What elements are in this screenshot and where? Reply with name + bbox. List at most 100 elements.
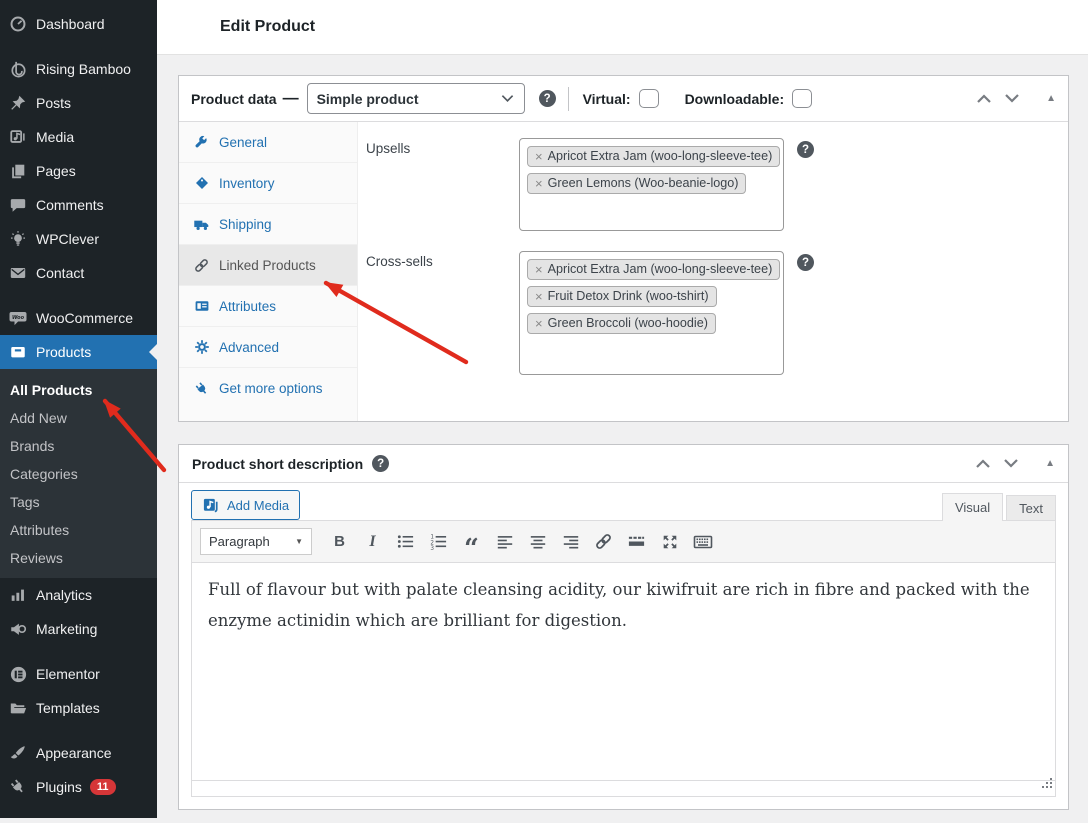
sidebar-item-posts[interactable]: Posts — [0, 86, 157, 120]
bold-button[interactable]: B — [326, 529, 353, 554]
tab-attributes[interactable]: Attributes — [179, 286, 357, 327]
short-description-help-icon[interactable]: ? — [372, 455, 389, 472]
sidebar-item-wpclever[interactable]: WPClever — [0, 222, 157, 256]
sidebar-item-analytics[interactable]: Analytics — [0, 578, 157, 612]
blockquote-button[interactable]: “ — [458, 529, 485, 554]
short-description-text: Full of flavour but with palate cleansin… — [208, 575, 1039, 636]
resize-handle-icon[interactable] — [1041, 776, 1053, 794]
sidebar-item-label: Plugins — [36, 779, 82, 795]
title-separator: — — [283, 90, 299, 108]
sidebar-item-rising-bamboo[interactable]: Rising Bamboo — [0, 52, 157, 86]
editor-toolbar: Paragraph ▼ B I 123 “ — [192, 521, 1055, 563]
add-media-button[interactable]: Add Media — [191, 490, 300, 520]
sidebar-subitem-add-new[interactable]: Add New — [0, 404, 157, 432]
sidebar-item-templates[interactable]: Templates — [0, 691, 157, 725]
align-center-button[interactable] — [524, 529, 551, 554]
italic-button[interactable]: I — [359, 529, 386, 554]
sidebar-item-appearance[interactable]: Appearance — [0, 736, 157, 770]
upsell-tag: × Apricot Extra Jam (woo-long-sleeve-tee) — [527, 146, 780, 167]
metabox-controls: ▲ — [976, 93, 1056, 104]
short-description-metabox: Product short description ? ▲ Add Media … — [178, 444, 1069, 810]
remove-tag-icon[interactable]: × — [535, 290, 543, 303]
envelope-icon — [8, 263, 28, 283]
more-tag-button[interactable] — [623, 529, 650, 554]
woocommerce-icon: Woo — [8, 308, 28, 328]
page-body: Product data — Simple product ? Virtual:… — [157, 55, 1088, 823]
sidebar-item-elementor[interactable]: Elementor — [0, 657, 157, 691]
sidebar-subitem-reviews[interactable]: Reviews — [0, 544, 157, 572]
metabox-controls: ▲ — [975, 458, 1055, 469]
short-description-body: Add Media Visual Text Paragraph ▼ B — [179, 483, 1068, 809]
align-left-button[interactable] — [491, 529, 518, 554]
align-right-button[interactable] — [557, 529, 584, 554]
page-title: Edit Product — [220, 18, 315, 36]
sidebar-item-plugins[interactable]: Plugins 11 — [0, 770, 157, 804]
tab-inventory[interactable]: Inventory — [179, 163, 357, 204]
upsells-multiselect[interactable]: × Apricot Extra Jam (woo-long-sleeve-tee)… — [519, 138, 784, 231]
remove-tag-icon[interactable]: × — [535, 263, 543, 276]
media-icon — [202, 496, 221, 515]
cross-sell-tag: ×Green Broccoli (woo-hoodie) — [527, 313, 716, 334]
metabox-title: Product data — [191, 91, 277, 107]
remove-tag-icon[interactable]: × — [535, 150, 543, 163]
sidebar-subitem-all-products[interactable]: All Products — [0, 376, 157, 404]
move-down-icon[interactable] — [1004, 93, 1020, 104]
svg-text:3: 3 — [430, 546, 434, 551]
move-up-icon[interactable] — [976, 93, 992, 104]
tab-general[interactable]: General — [179, 122, 357, 163]
tab-advanced[interactable]: Advanced — [179, 327, 357, 368]
upsells-label: Upsells — [366, 138, 519, 231]
keyboard-shortcuts-button[interactable] — [689, 529, 716, 554]
editor-tools: Add Media Visual Text — [191, 490, 1056, 520]
paragraph-dropdown[interactable]: Paragraph ▼ — [200, 528, 312, 555]
sidebar-item-label: Appearance — [36, 745, 112, 761]
sidebar-subitem-categories[interactable]: Categories — [0, 460, 157, 488]
link-icon — [193, 257, 210, 274]
bullet-list-button[interactable] — [392, 529, 419, 554]
link-button[interactable] — [590, 529, 617, 554]
comment-icon — [8, 195, 28, 215]
sidebar-item-pages[interactable]: Pages — [0, 154, 157, 188]
sidebar-item-comments[interactable]: Comments — [0, 188, 157, 222]
editor-content[interactable]: Full of flavour but with palate cleansin… — [192, 563, 1055, 780]
virtual-checkbox[interactable] — [639, 89, 659, 108]
numbered-list-button[interactable]: 123 — [425, 529, 452, 554]
sidebar-item-contact[interactable]: Contact — [0, 256, 157, 290]
tag-label: Apricot Extra Jam (woo-long-sleeve-tee) — [548, 262, 773, 276]
sidebar-item-products[interactable]: Products — [0, 335, 157, 369]
sidebar-subitem-brands[interactable]: Brands — [0, 432, 157, 460]
product-type-select[interactable]: Simple product — [307, 83, 525, 114]
collapse-toggle-icon[interactable]: ▲ — [1046, 93, 1056, 104]
truck-icon — [193, 216, 210, 233]
upsells-field-row: Upsells × Apricot Extra Jam (woo-long-sle… — [366, 138, 1058, 231]
downloadable-label: Downloadable: — [685, 91, 785, 107]
tab-linked-products[interactable]: Linked Products — [179, 245, 357, 286]
remove-tag-icon[interactable]: × — [535, 177, 543, 190]
move-down-icon[interactable] — [1003, 458, 1019, 469]
move-up-icon[interactable] — [975, 458, 991, 469]
product-type-help-icon[interactable]: ? — [539, 90, 556, 107]
tab-shipping[interactable]: Shipping — [179, 204, 357, 245]
sidebar-item-media[interactable]: Media — [0, 120, 157, 154]
upsells-help-icon[interactable]: ? — [797, 141, 814, 158]
sidebar-item-woocommerce[interactable]: Woo WooCommerce — [0, 301, 157, 335]
tag-label: Apricot Extra Jam (woo-long-sleeve-tee) — [548, 149, 773, 163]
sidebar-item-marketing[interactable]: Marketing — [0, 612, 157, 646]
tab-label: Shipping — [219, 217, 272, 232]
sidebar-item-dashboard[interactable]: Dashboard — [0, 7, 157, 41]
sidebar-subitem-attributes[interactable]: Attributes — [0, 516, 157, 544]
tab-get-more-options[interactable]: Get more options — [179, 368, 357, 409]
sidebar-item-label: Marketing — [36, 621, 97, 637]
tab-text[interactable]: Text — [1006, 495, 1056, 520]
sidebar-subitem-tags[interactable]: Tags — [0, 488, 157, 516]
virtual-label: Virtual: — [583, 91, 631, 107]
cross-sells-multiselect[interactable]: × Apricot Extra Jam (woo-long-sleeve-tee)… — [519, 251, 784, 375]
collapse-toggle-icon[interactable]: ▲ — [1045, 458, 1055, 469]
sidebar-item-label: Dashboard — [36, 16, 105, 32]
cross-sells-help-icon[interactable]: ? — [797, 254, 814, 271]
downloadable-checkbox[interactable] — [792, 89, 812, 108]
linked-products-panel: Upsells × Apricot Extra Jam (woo-long-sle… — [358, 122, 1068, 421]
fullscreen-icon[interactable] — [656, 529, 683, 554]
tab-visual[interactable]: Visual — [942, 493, 1003, 521]
remove-tag-icon[interactable]: × — [535, 317, 543, 330]
